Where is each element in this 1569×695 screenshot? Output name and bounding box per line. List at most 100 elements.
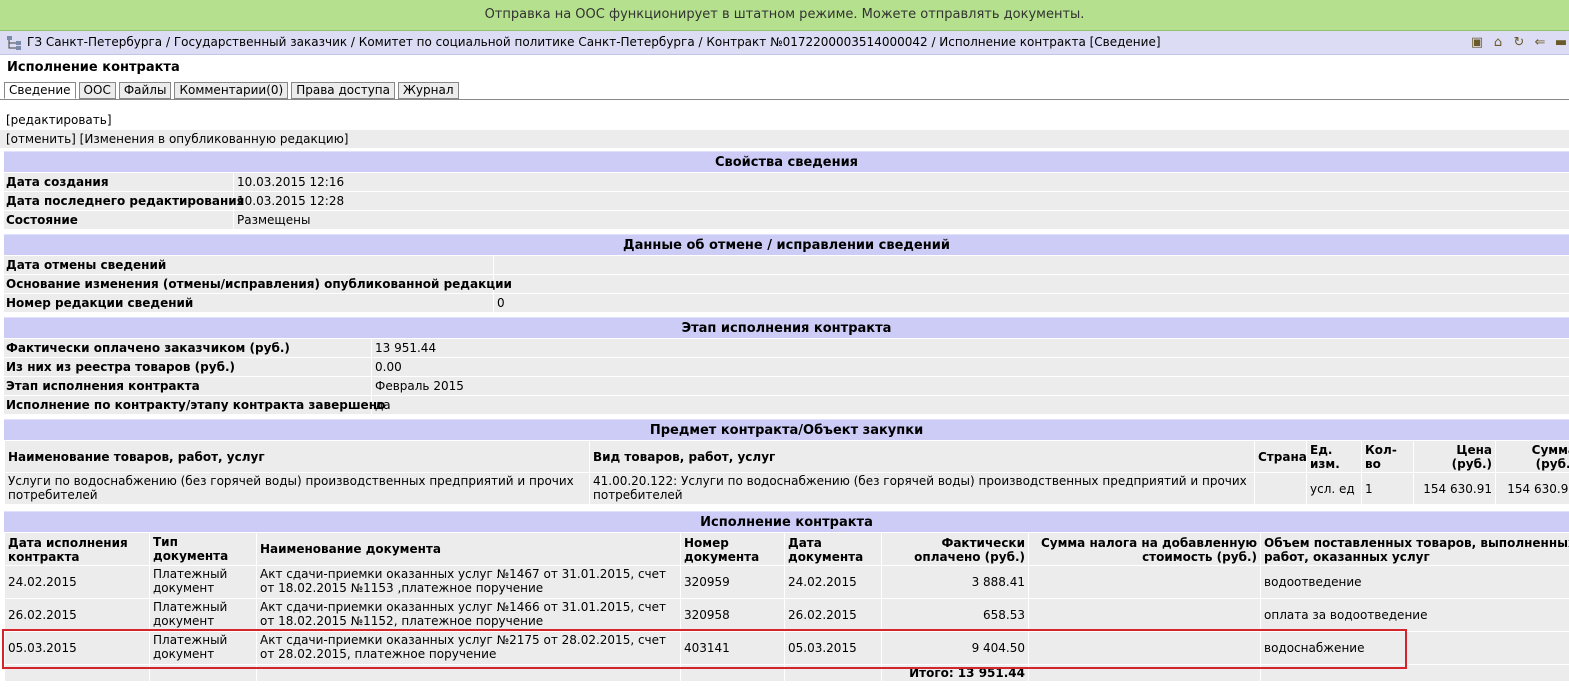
home-icon[interactable]: ⌂ bbox=[1490, 35, 1506, 51]
tab-journal[interactable]: Журнал bbox=[398, 82, 459, 99]
table-row: 26.02.2015 Платежный документ Акт сдачи-… bbox=[4, 598, 1569, 632]
table-cell: Акт сдачи-приемки оказанных услуг №1466 … bbox=[256, 598, 681, 632]
subject-section: Предмет контракта/Объект закупки Наимено… bbox=[4, 419, 1569, 505]
table-cell: Платежный документ bbox=[149, 598, 257, 632]
execution-header: Исполнение контракта bbox=[4, 511, 1569, 532]
execution-section: Исполнение контракта Дата исполнения кон… bbox=[4, 511, 1569, 682]
table-cell: 1 bbox=[1361, 472, 1414, 505]
table-cell: 9 404.50 bbox=[881, 631, 1029, 665]
table-cell: оплата за водоотведение bbox=[1260, 598, 1569, 632]
table-cell bbox=[1254, 472, 1307, 505]
column-header: Наименование товаров, работ, услуг bbox=[4, 440, 590, 473]
cancellation-label: Дата отмены сведений bbox=[4, 256, 494, 274]
folder-icon[interactable]: ▣ bbox=[1469, 35, 1485, 51]
property-value: Размещены bbox=[237, 213, 311, 227]
tab-files[interactable]: Файлы bbox=[118, 82, 172, 99]
table-cell: 05.03.2015 bbox=[784, 631, 882, 665]
tab-bar: Сведение ООС Файлы Комментарии(0) Права … bbox=[4, 82, 459, 99]
hierarchy-icon[interactable] bbox=[6, 35, 22, 51]
cancel-link[interactable]: [отменить] bbox=[6, 132, 76, 146]
tab-oos[interactable]: ООС bbox=[78, 82, 116, 99]
stage-row: Фактически оплачено заказчиком (руб.) 13 … bbox=[4, 338, 1569, 357]
column-header: Цена (руб.) bbox=[1413, 440, 1496, 473]
table-cell: 403141 bbox=[680, 631, 785, 665]
table-cell: Услуги по водоснабжению (без горячей вод… bbox=[4, 472, 590, 505]
breadcrumb-bar: ГЗ Санкт-Петербурга / Государственный за… bbox=[0, 31, 1569, 55]
page-title: Исполнение контракта bbox=[7, 60, 180, 75]
table-cell: 24.02.2015 bbox=[784, 565, 882, 599]
table-cell bbox=[1028, 631, 1261, 665]
cancellation-row: Дата отмены сведений bbox=[4, 255, 1569, 274]
minimize-icon[interactable]: ▬ bbox=[1553, 35, 1569, 51]
column-header: Вид товаров, работ, услуг bbox=[589, 440, 1255, 473]
stage-row: Этап исполнения контракта Февраль 2015 bbox=[4, 376, 1569, 395]
column-header: Номер документа bbox=[680, 532, 785, 566]
table-cell: 41.00.20.122: Услуги по водоснабжению (б… bbox=[589, 472, 1255, 505]
breadcrumb[interactable]: ГЗ Санкт-Петербурга / Государственный за… bbox=[27, 35, 1161, 49]
property-row: Состояние Размещены bbox=[4, 210, 1569, 229]
table-cell: 3 888.41 bbox=[881, 565, 1029, 599]
properties-section: Свойства сведения Дата создания 10.03.201… bbox=[4, 151, 1569, 229]
tab-svedenie[interactable]: Сведение bbox=[4, 82, 76, 99]
column-header: Фактически оплачено (руб.) bbox=[881, 532, 1029, 566]
table-row-highlighted: 05.03.2015 Платежный документ Акт сдачи-… bbox=[4, 631, 1569, 665]
stage-value: Февраль 2015 bbox=[375, 379, 464, 393]
tab-access[interactable]: Права доступа bbox=[291, 82, 395, 99]
changes-link[interactable]: [Изменения в опубликованную редакцию] bbox=[80, 132, 349, 146]
column-header: Дата документа bbox=[784, 532, 882, 566]
table-cell: 320959 bbox=[680, 565, 785, 599]
property-label: Дата создания bbox=[4, 173, 234, 191]
stage-row: Исполнение по контракту/этапу контракта … bbox=[4, 395, 1569, 414]
column-header: Тип документа bbox=[149, 532, 257, 566]
column-header: Кол-во bbox=[1361, 440, 1414, 473]
cancellation-value bbox=[494, 275, 497, 293]
stage-label: Этап исполнения контракта bbox=[4, 377, 372, 395]
table-cell: Акт сдачи-приемки оказанных услуг №2175 … bbox=[256, 631, 681, 665]
tab-divider bbox=[0, 99, 1569, 100]
cancellation-section: Данные об отмене / исправлении сведений … bbox=[4, 234, 1569, 312]
stage-header: Этап исполнения контракта bbox=[4, 317, 1569, 338]
cancellation-label: Основание изменения (отмены/исправления)… bbox=[6, 275, 512, 293]
total-row: Итого: 13 951.44 bbox=[4, 664, 1569, 682]
column-header: Дата исполнения контракта bbox=[4, 532, 150, 566]
table-cell: водоотведение bbox=[1260, 565, 1569, 599]
cancel-action-row: [отменить] [Изменения в опубликованную р… bbox=[6, 132, 348, 146]
cancellation-label: Номер редакции сведений bbox=[4, 294, 494, 312]
stage-row: Из них из реестра товаров (руб.) 0.00 bbox=[4, 357, 1569, 376]
stage-label: Фактически оплачено заказчиком (руб.) bbox=[4, 339, 372, 357]
table-cell: 658.53 bbox=[881, 598, 1029, 632]
refresh-icon[interactable]: ↻ bbox=[1511, 35, 1527, 51]
column-header: Сумма налога на добавленную стоимость (р… bbox=[1028, 532, 1261, 566]
cancellation-value: 0 bbox=[497, 296, 505, 310]
properties-header: Свойства сведения bbox=[4, 151, 1569, 172]
table-header-row: Дата исполнения контракта Тип документа … bbox=[4, 532, 1569, 566]
table-cell: 26.02.2015 bbox=[4, 598, 150, 632]
table-cell bbox=[1028, 565, 1261, 599]
execution-table: Дата исполнения контракта Тип документа … bbox=[4, 532, 1569, 682]
property-label: Состояние bbox=[4, 211, 234, 229]
table-row: 24.02.2015 Платежный документ Акт сдачи-… bbox=[4, 565, 1569, 599]
property-row: Дата последнего редактирования 10.03.2015… bbox=[4, 191, 1569, 210]
table-cell: 24.02.2015 bbox=[4, 565, 150, 599]
column-header: Объем поставленных товаров, выполненных … bbox=[1260, 532, 1569, 566]
stage-label: Исполнение по контракту/этапу контракта … bbox=[6, 396, 386, 414]
property-value: 10.03.2015 12:28 bbox=[237, 194, 345, 208]
tab-comments[interactable]: Комментарии(0) bbox=[174, 82, 289, 99]
property-value: 10.03.2015 12:16 bbox=[237, 175, 345, 189]
table-cell: 154 630.91 bbox=[1495, 472, 1569, 505]
property-row: Дата создания 10.03.2015 12:16 bbox=[4, 172, 1569, 191]
subject-header: Предмет контракта/Объект закупки bbox=[4, 419, 1569, 440]
table-cell: 26.02.2015 bbox=[784, 598, 882, 632]
cancellation-row: Номер редакции сведений 0 bbox=[4, 293, 1569, 312]
stage-value: 0.00 bbox=[375, 360, 402, 374]
table-cell: Платежный документ bbox=[149, 565, 257, 599]
back-arrow-icon[interactable]: ⇐ bbox=[1532, 35, 1548, 51]
stage-label: Из них из реестра товаров (руб.) bbox=[4, 358, 372, 376]
cancellation-header: Данные об отмене / исправлении сведений bbox=[4, 234, 1569, 255]
stage-value: да bbox=[375, 398, 391, 412]
table-cell: усл. ед bbox=[1306, 472, 1362, 505]
edit-link[interactable]: [редактировать] bbox=[6, 113, 112, 127]
table-cell: 320958 bbox=[680, 598, 785, 632]
column-header: Сумма (руб.) bbox=[1495, 440, 1569, 473]
table-cell: 05.03.2015 bbox=[4, 631, 150, 665]
